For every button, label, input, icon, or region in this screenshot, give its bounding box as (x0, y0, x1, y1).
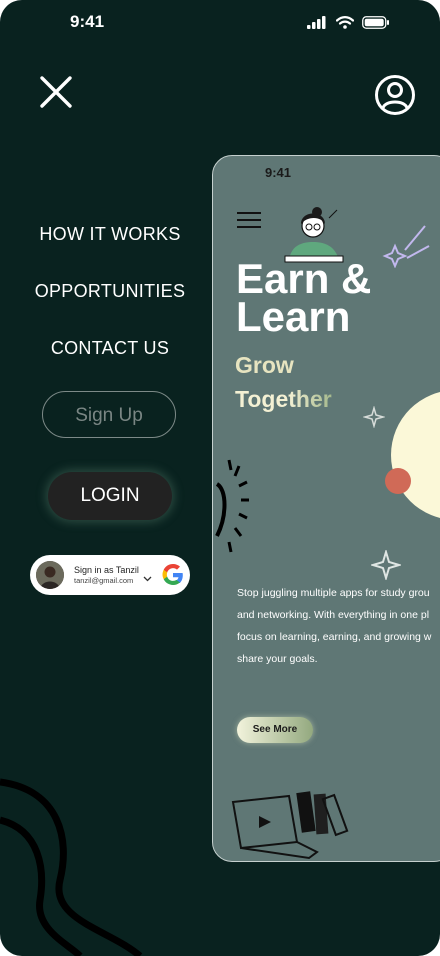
laptop-books-illustration (231, 791, 349, 860)
google-icon (162, 564, 183, 585)
sun-decoration (391, 390, 440, 520)
star-icon (371, 550, 401, 580)
avatar (36, 561, 64, 589)
google-account-email: tanzil@gmail.com (74, 576, 134, 585)
google-signin-button[interactable]: Sign in as Tanzil tanzil@gmail.com (30, 555, 190, 595)
hero-title: Earn & Learn (236, 255, 372, 340)
see-more-button[interactable]: See More (237, 717, 313, 743)
ball-decoration (385, 468, 411, 494)
signup-button[interactable]: Sign Up (42, 391, 176, 438)
sparkle-decoration (382, 225, 430, 268)
status-time: 9:41 (70, 12, 105, 31)
hamburger-menu-icon[interactable] (237, 212, 261, 230)
doodle-decoration (215, 459, 249, 553)
status-bar: 9:41 (0, 0, 440, 46)
star-icon (363, 406, 385, 428)
wifi-icon (335, 16, 354, 30)
menu-item-contact-us[interactable]: CONTACT US (0, 338, 220, 359)
menu-item-opportunities[interactable]: OPPORTUNITIES (0, 281, 220, 302)
menu-screen: 9:41 HOW IT WORKS OPPORTUNITIES CONTACT … (0, 0, 440, 956)
hero-description: Stop juggling multiple apps for study gr… (237, 587, 432, 665)
user-circle-icon[interactable] (374, 74, 416, 116)
hero-subtitle: Grow Together (235, 348, 332, 416)
chevron-down-icon (143, 576, 152, 582)
login-button[interactable]: LOGIN (48, 472, 172, 520)
menu-item-how-it-works[interactable]: HOW IT WORKS (0, 224, 220, 245)
app-preview-card[interactable]: 9:41 Earn & Learn Grow Together Stop jug… (212, 155, 440, 862)
preview-status-time: 9:41 (265, 165, 292, 180)
google-account-name: Sign in as Tanzil (74, 565, 139, 575)
close-icon[interactable] (38, 74, 74, 110)
battery-icon (362, 16, 389, 30)
signal-icon (307, 16, 326, 30)
wave-decoration (0, 778, 143, 956)
status-icons (307, 14, 390, 32)
